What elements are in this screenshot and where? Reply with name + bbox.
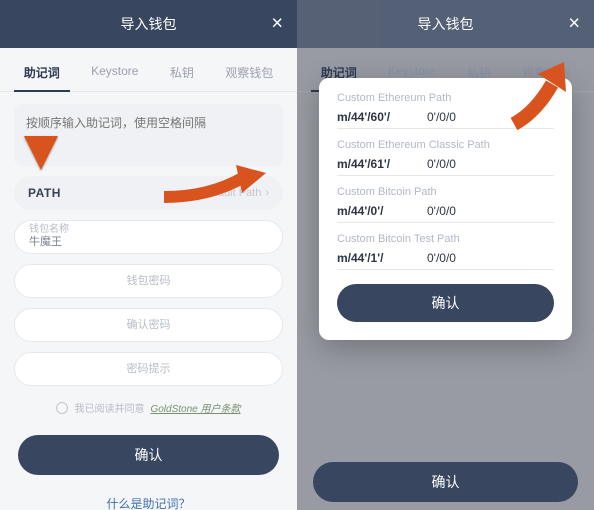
- tab-bar: 助记词 Keystore 私钥 观察钱包: [0, 48, 297, 92]
- header: 导入钱包 ×: [297, 0, 594, 48]
- path-suffix: 0'/0/0: [427, 204, 554, 218]
- path-selector[interactable]: PATH Default Path ›: [14, 176, 283, 210]
- confirm-password-field[interactable]: 确认密码: [14, 308, 283, 342]
- wallet-name-field[interactable]: 钱包名称 牛魔王: [14, 220, 283, 254]
- terms-row: 我已阅读并同意 GoldStone 用户条款: [14, 400, 283, 415]
- password-hint-label: 密码提示: [127, 364, 171, 375]
- confirm-password-label: 确认密码: [127, 320, 171, 331]
- tab-watch[interactable]: 观察钱包: [221, 58, 277, 91]
- path-row-input[interactable]: m/44'/0'/ 0'/0/0: [337, 204, 554, 223]
- form-body: PATH Default Path › 钱包名称 牛魔王 钱包密码 确认密码 密…: [0, 92, 297, 510]
- header-title: 导入钱包: [418, 14, 474, 34]
- path-group-title: Custom Bitcoin Test Path: [337, 233, 554, 245]
- header: 导入钱包 ×: [0, 0, 297, 48]
- wallet-name-value: 牛魔王: [29, 235, 268, 249]
- path-row-input[interactable]: m/44'/60'/ 0'/0/0: [337, 110, 554, 129]
- tab-privatekey[interactable]: 私钥: [166, 58, 198, 91]
- terms-link[interactable]: GoldStone 用户条款: [150, 400, 240, 415]
- chevron-right-icon: ›: [265, 187, 269, 199]
- terms-prefix: 我已阅读并同意: [74, 400, 144, 415]
- tab-mnemonic[interactable]: 助记词: [20, 58, 64, 91]
- wallet-password-label: 钱包密码: [127, 276, 171, 287]
- close-icon[interactable]: ×: [568, 13, 580, 36]
- path-group-title: Custom Ethereum Classic Path: [337, 139, 554, 151]
- path-suffix: 0'/0/0: [427, 110, 554, 124]
- path-prefix: m/44'/1'/: [337, 251, 411, 265]
- path-default: Default Path ›: [201, 187, 269, 199]
- wallet-name-label: 钱包名称: [29, 225, 268, 235]
- confirm-button-dim: 确认: [313, 462, 578, 502]
- path-label: PATH: [28, 186, 61, 200]
- right-screen: 导入钱包 × 助记词 Keystore 私钥 观察钱包 确认 什么是助记词？ C…: [297, 0, 594, 510]
- path-suffix: 0'/0/0: [427, 157, 554, 171]
- path-row-input[interactable]: m/44'/1'/ 0'/0/0: [337, 251, 554, 270]
- path-group-title: Custom Ethereum Path: [337, 92, 554, 104]
- path-prefix: m/44'/60'/: [337, 110, 411, 124]
- terms-checkbox[interactable]: [56, 402, 68, 414]
- header-title: 导入钱包: [121, 14, 177, 34]
- close-icon[interactable]: ×: [271, 13, 283, 36]
- path-prefix: m/44'/61'/: [337, 157, 411, 171]
- left-screen: 导入钱包 × 助记词 Keystore 私钥 观察钱包 PATH Default…: [0, 0, 297, 510]
- path-row-input[interactable]: m/44'/61'/ 0'/0/0: [337, 157, 554, 176]
- path-modal: Custom Ethereum Path m/44'/60'/ 0'/0/0 C…: [319, 78, 572, 340]
- path-suffix: 0'/0/0: [427, 251, 554, 265]
- tab-keystore[interactable]: Keystore: [87, 58, 142, 91]
- confirm-button[interactable]: 确认: [18, 435, 279, 475]
- path-group-bitcoin: Custom Bitcoin Path m/44'/0'/ 0'/0/0: [337, 186, 554, 223]
- modal-confirm-button[interactable]: 确认: [337, 284, 554, 322]
- path-group-ethereum: Custom Ethereum Path m/44'/60'/ 0'/0/0: [337, 92, 554, 129]
- path-prefix: m/44'/0'/: [337, 204, 411, 218]
- password-hint-field[interactable]: 密码提示: [14, 352, 283, 386]
- wallet-password-field[interactable]: 钱包密码: [14, 264, 283, 298]
- path-group-title: Custom Bitcoin Path: [337, 186, 554, 198]
- mnemonic-input[interactable]: [14, 104, 283, 166]
- path-group-etc: Custom Ethereum Classic Path m/44'/61'/ …: [337, 139, 554, 176]
- help-link[interactable]: 什么是助记词？: [14, 495, 283, 510]
- path-group-bitcoin-test: Custom Bitcoin Test Path m/44'/1'/ 0'/0/…: [337, 233, 554, 270]
